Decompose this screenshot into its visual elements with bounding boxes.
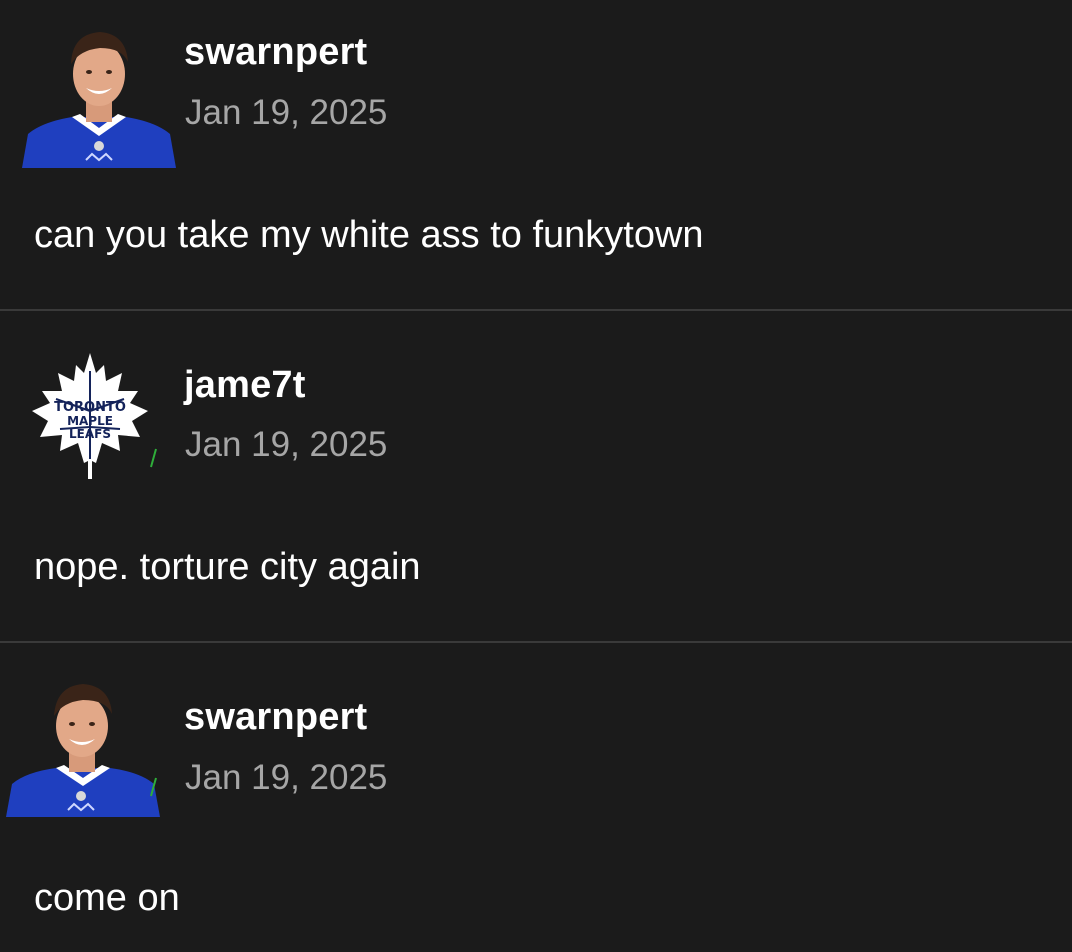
player-headshot-icon <box>6 676 160 817</box>
post-date: Jan 19, 2025 <box>185 758 388 797</box>
comment-post: swarnpert Jan 19, 2025 come on <box>0 643 1072 952</box>
comment-text: come on <box>34 877 180 919</box>
comment-post: TORONTO MAPLE LEAFS jame7t Jan 19, 2025 … <box>0 311 1072 641</box>
comment-text: nope. torture city again <box>34 546 421 588</box>
avatar[interactable]: TORONTO MAPLE LEAFS <box>30 351 150 481</box>
status-mark-icon <box>150 448 157 468</box>
username[interactable]: swarnpert <box>184 33 367 71</box>
player-headshot-icon <box>22 22 176 168</box>
username[interactable]: jame7t <box>184 366 306 404</box>
comment-post: swarnpert Jan 19, 2025 can you take my w… <box>0 0 1072 309</box>
avatar[interactable] <box>22 22 176 168</box>
logo-text-toronto: TORONTO <box>54 400 126 415</box>
post-date: Jan 19, 2025 <box>185 93 388 132</box>
status-mark-icon <box>150 777 157 797</box>
avatar[interactable] <box>6 676 160 817</box>
post-date: Jan 19, 2025 <box>185 425 388 464</box>
maple-leaf-logo-icon: TORONTO MAPLE LEAFS <box>30 351 150 481</box>
logo-text-maple: MAPLE <box>67 414 113 428</box>
comment-text: can you take my white ass to funkytown <box>34 214 704 256</box>
logo-text-leafs: LEAFS <box>69 427 111 441</box>
comment-thread: swarnpert Jan 19, 2025 can you take my w… <box>0 0 1072 952</box>
username[interactable]: swarnpert <box>184 698 367 736</box>
